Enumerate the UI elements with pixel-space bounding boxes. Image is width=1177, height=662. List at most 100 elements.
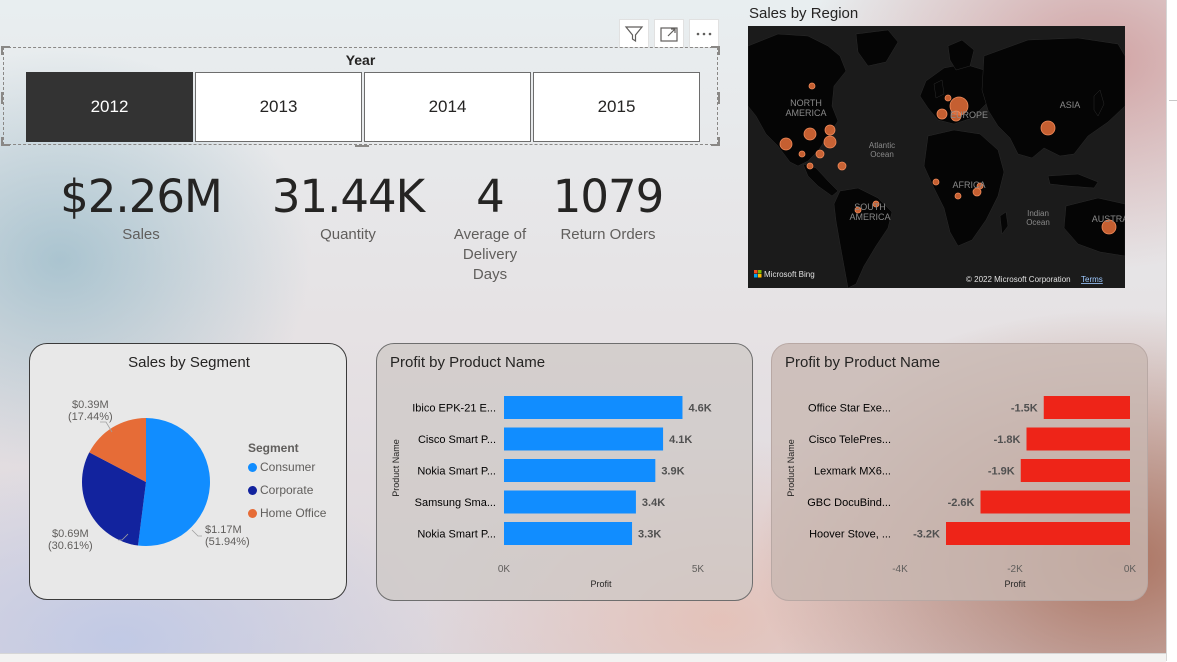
more-options-icon <box>696 32 712 35</box>
divider <box>1169 100 1177 101</box>
data-label: 3.3K <box>638 529 661 541</box>
bar[interactable] <box>1020 459 1130 482</box>
category-label: Lexmark MX6... <box>814 466 891 478</box>
map-label: EUROPE <box>950 110 988 120</box>
bar[interactable] <box>1043 396 1130 419</box>
map-label: AFRICA <box>952 180 985 190</box>
filter-icon <box>624 25 644 42</box>
legend-dot-icon <box>248 485 257 495</box>
x-tick-label: 0K <box>1124 564 1137 575</box>
map-label: Ocean <box>1026 218 1050 227</box>
legend-label: Home Office <box>260 506 327 520</box>
bar[interactable] <box>504 427 664 451</box>
slicer-tile-2015[interactable]: 2015 <box>533 72 700 142</box>
kpi-label: Quantity <box>320 226 376 243</box>
legend-label: Corporate <box>260 483 314 497</box>
map-label: Atlantic <box>869 141 895 150</box>
legend-item-consumer[interactable]: Consumer <box>248 460 315 474</box>
kpi-label-line: Average of <box>453 226 527 243</box>
more-options-button[interactable] <box>689 19 719 48</box>
x-tick-label: 5K <box>692 564 705 575</box>
legend-dot-icon <box>248 462 257 472</box>
resize-handle[interactable] <box>718 46 720 55</box>
x-tick-label: 0K <box>498 564 511 575</box>
map-label: Indian <box>1027 209 1049 218</box>
category-label: Nokia Smart P... <box>417 466 496 478</box>
visual-header <box>619 19 724 48</box>
bar[interactable] <box>946 522 1130 545</box>
year-slicer: Year 2012 2013 2014 2015 <box>1 46 720 147</box>
profit-top-products-card: Profit by Product Name Ibico EPK-21 E...… <box>376 343 753 601</box>
map-land <box>748 29 1125 288</box>
profit-bottom-products-card: Profit by Product Name Office Star Exe..… <box>771 343 1148 601</box>
map-label: AMERICA <box>785 108 826 118</box>
resize-handle[interactable] <box>1 137 3 146</box>
kpi-value: 31.44K <box>271 170 425 223</box>
data-label: -3.2K <box>913 529 940 541</box>
bar-chart-top[interactable]: Ibico EPK-21 E... 4.6K Cisco Smart P... 4.1… <box>377 344 754 602</box>
category-label: Nokia Smart P... <box>417 529 496 541</box>
pie-leader-line <box>191 529 202 537</box>
pie-label-value: $0.69M <box>51 528 89 540</box>
bing-text: Microsoft Bing <box>764 270 815 279</box>
map-canvas: NORTH AMERICA EUROPE ASIA Atlantic Ocean… <box>748 29 1125 288</box>
kpi-label: Return Orders <box>560 226 656 243</box>
kpi-sales: $2.26M Sales <box>51 174 231 245</box>
data-label: -1.9K <box>988 466 1015 478</box>
pie-label-value: $1.17M <box>205 524 242 536</box>
slicer-tile-2014[interactable]: 2014 <box>364 72 531 142</box>
resize-handle[interactable] <box>718 137 720 146</box>
data-label: 4.1K <box>669 434 692 446</box>
legend-item-corporate[interactable]: Corporate <box>248 483 313 497</box>
bar-chart-bottom[interactable]: Office Star Exe... -1.5K Cisco TelePres...… <box>772 344 1149 602</box>
legend-dot-icon <box>248 508 257 518</box>
kpi-quantity: 31.44K Quantity <box>258 174 438 245</box>
map-label: AMERICA <box>849 212 890 222</box>
focus-mode-icon <box>660 26 678 42</box>
sales-map[interactable]: NORTH AMERICA EUROPE ASIA Atlantic Ocean… <box>748 26 1125 288</box>
resize-handle[interactable] <box>355 145 369 147</box>
resize-handle[interactable] <box>1 46 3 55</box>
resize-handle[interactable] <box>718 92 720 104</box>
kpi-label: Average of Delivery Days <box>440 225 540 285</box>
sales-by-segment-card: Sales by Segment $0.39M (17.44%) $0.69M … <box>29 343 347 600</box>
bar[interactable] <box>1026 427 1131 451</box>
bar[interactable] <box>504 396 683 419</box>
data-label: 3.4K <box>642 497 665 509</box>
bar[interactable] <box>504 522 633 545</box>
map-terms-link[interactable]: Terms <box>1081 275 1103 284</box>
y-axis-title: Product Name <box>786 439 796 497</box>
bar[interactable] <box>980 490 1131 514</box>
kpi-value: 1079 <box>552 170 665 223</box>
data-label: 4.6K <box>688 403 711 415</box>
map-label: NORTH <box>790 98 822 108</box>
kpi-label: Sales <box>122 226 160 243</box>
kpi-label-line: Delivery <box>462 246 518 263</box>
category-label: Cisco TelePres... <box>809 434 891 446</box>
map-title: Sales by Region <box>749 5 859 22</box>
category-label: Samsung Sma... <box>415 497 496 509</box>
x-tick-label: -4K <box>892 564 908 575</box>
x-tick-label: -2K <box>1007 564 1023 575</box>
focus-mode-button[interactable] <box>654 19 684 48</box>
kpi-return-orders: 1079 Return Orders <box>543 174 673 245</box>
category-label: Office Star Exe... <box>808 403 891 415</box>
map-label: ASIA <box>1060 100 1081 110</box>
bar[interactable] <box>504 490 636 514</box>
legend-item-home-office[interactable]: Home Office <box>248 506 326 520</box>
pie-slice-consumer[interactable] <box>137 418 210 546</box>
resize-handle[interactable] <box>1 92 3 104</box>
data-label: 3.9K <box>661 466 684 478</box>
kpi-label-line: Days <box>472 266 508 283</box>
pie-label-pct: (17.44%) <box>68 411 113 423</box>
filter-button[interactable] <box>619 19 649 48</box>
pie-label-consumer: $1.17M (51.94%) <box>205 524 250 548</box>
slicer-tile-2013[interactable]: 2013 <box>195 72 362 142</box>
y-axis-title: Product Name <box>391 439 401 497</box>
pie-label-pct: (30.61%) <box>48 540 93 552</box>
bar[interactable] <box>504 459 656 482</box>
map-copyright: © 2022 Microsoft Corporation <box>966 275 1071 284</box>
slicer-tile-2012[interactable]: 2012 <box>26 72 193 142</box>
pie-label-value: $0.39M <box>71 399 109 411</box>
slicer-tiles: 2012 2013 2014 2015 <box>26 72 700 142</box>
